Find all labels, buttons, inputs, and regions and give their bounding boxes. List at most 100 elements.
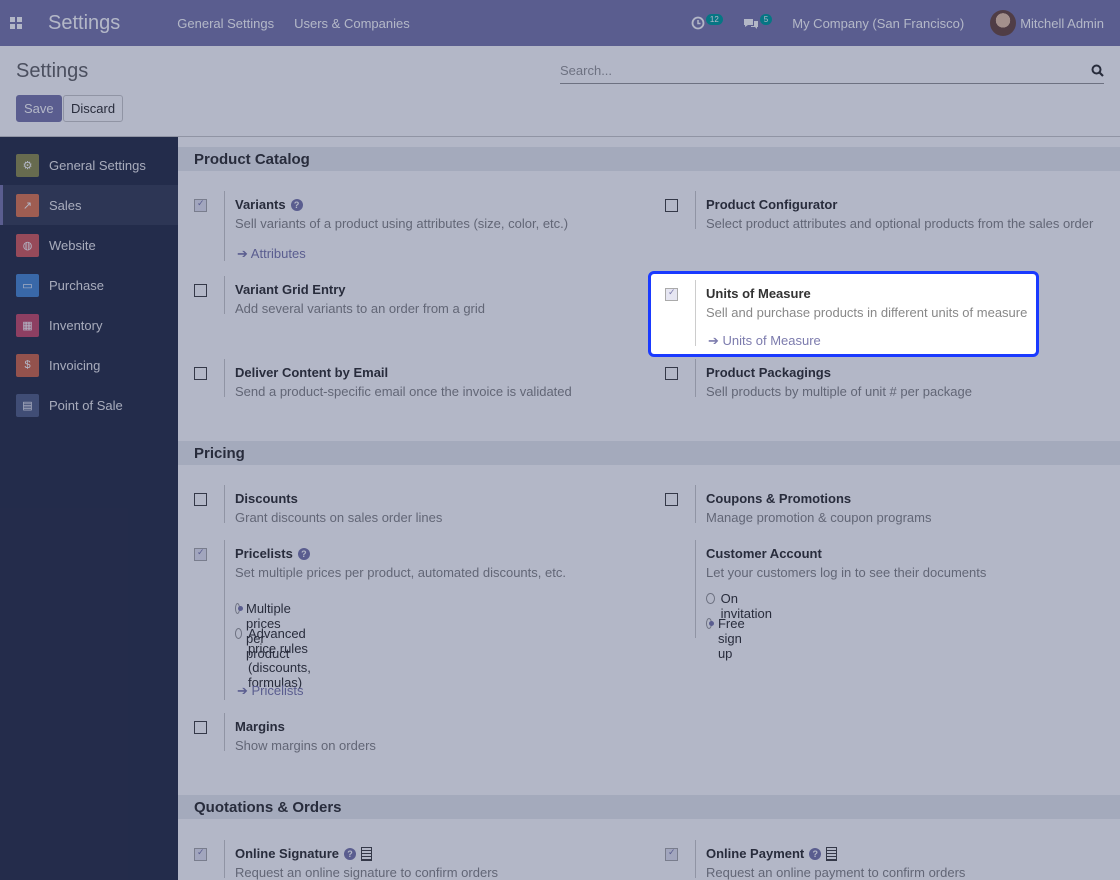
setting-description: Add several variants to an order from a …: [235, 301, 486, 316]
radio-selected-icon: [235, 603, 243, 614]
divider: [224, 540, 225, 700]
margins-checkbox[interactable]: [194, 721, 207, 734]
control-panel: Settings Search... Save Discard: [0, 46, 1120, 137]
message-count-badge: 5: [759, 13, 773, 25]
payment-checkbox[interactable]: [665, 847, 678, 861]
highlighted-units-of-measure[interactable]: Units of Measure Sell and purchase produ…: [648, 271, 1039, 357]
divider: [695, 280, 696, 346]
signature-checkbox[interactable]: [194, 847, 207, 861]
setting-title: Online Payment?: [706, 846, 838, 861]
configurator-checkbox[interactable]: [665, 199, 678, 212]
setting-title: Online Signature?: [235, 846, 373, 861]
packagings-checkbox[interactable]: [665, 367, 678, 380]
setting-title: Product Configurator: [706, 197, 838, 212]
sidebar-item-purchase[interactable]: ▭ Purchase: [0, 265, 178, 305]
user-menu[interactable]: Mitchell Admin: [1020, 16, 1104, 31]
sidebar-item-label: Website: [49, 237, 96, 253]
divider: [695, 840, 696, 878]
setting-description: Request an online payment to confirm ord…: [706, 865, 966, 880]
sidebar-item-label: Point of Sale: [49, 397, 123, 413]
menu-users-companies[interactable]: Users & Companies: [294, 16, 410, 31]
box-icon: ▦: [16, 313, 39, 337]
units-of-measure-link[interactable]: ➔ Units of Measure: [708, 333, 821, 349]
sidebar-item-sales[interactable]: ↗ Sales: [0, 185, 178, 225]
activity-button[interactable]: 12: [691, 13, 723, 30]
setting-description: Send a product-specific email once the i…: [235, 384, 572, 399]
radio-advanced-rules[interactable]: Advanced price rules (discounts, formulas…: [235, 626, 315, 690]
menu-general-settings[interactable]: General Settings: [177, 16, 274, 31]
settings-main: Product Catalog Variants? Sell variants …: [178, 137, 1120, 880]
chat-bubbles-icon: [743, 18, 758, 29]
user-avatar[interactable]: [990, 10, 1017, 36]
divider: [695, 485, 696, 523]
divider: [224, 276, 225, 314]
section-pricing: Pricing: [178, 441, 1120, 465]
setting-description: Manage promotion & coupon programs: [706, 510, 932, 525]
building-icon: [361, 846, 373, 861]
help-icon[interactable]: ?: [344, 847, 357, 860]
setting-title: Variant Grid Entry: [235, 282, 346, 297]
setting-title: Product Packagings: [706, 365, 831, 380]
setting-description: Set multiple prices per product, automat…: [235, 565, 566, 580]
section-product-catalog: Product Catalog: [178, 147, 1120, 171]
sidebar-item-label: Sales: [49, 197, 82, 213]
search-input[interactable]: Search...: [560, 58, 1104, 84]
setting-description: Sell products by multiple of unit # per …: [706, 384, 972, 399]
discard-button[interactable]: Discard: [63, 95, 124, 122]
radio-empty-icon: [706, 593, 715, 604]
clock-icon: [691, 16, 705, 30]
apps-menu-icon[interactable]: [0, 0, 32, 46]
divider: [695, 540, 696, 638]
coupons-checkbox[interactable]: [665, 493, 678, 506]
sales-chart-icon: ↗: [16, 193, 39, 217]
email-checkbox[interactable]: [194, 367, 207, 380]
sidebar-item-general-settings[interactable]: ⚙ General Settings: [0, 145, 178, 185]
card-icon: ▭: [16, 273, 39, 297]
search-placeholder: Search...: [560, 63, 613, 78]
sidebar-item-inventory[interactable]: ▦ Inventory: [0, 305, 178, 345]
sidebar-item-point-of-sale[interactable]: ▤ Point of Sale: [0, 385, 178, 425]
discounts-checkbox[interactable]: [194, 493, 207, 506]
sidebar-item-label: Purchase: [49, 277, 104, 293]
sidebar-item-label: Invoicing: [49, 357, 101, 373]
setting-description: Sell and purchase products in different …: [706, 305, 1028, 320]
attributes-link[interactable]: ➔ Attributes: [237, 246, 306, 262]
setting-title: Customer Account: [706, 546, 822, 561]
settings-sidebar: ⚙ General Settings ↗ Sales ◍ Website ▭ Purch…: [0, 137, 178, 880]
uom-checkbox[interactable]: [665, 287, 678, 301]
grid-checkbox[interactable]: [194, 284, 207, 297]
divider: [695, 359, 696, 397]
divider: [224, 359, 225, 397]
sidebar-item-website[interactable]: ◍ Website: [0, 225, 178, 265]
variants-checkbox[interactable]: [194, 198, 207, 212]
pricelists-link[interactable]: ➔ Pricelists: [237, 683, 304, 699]
globe-icon: ◍: [16, 233, 39, 257]
pricelists-checkbox[interactable]: [194, 547, 207, 561]
setting-description: Request an online signature to confirm o…: [235, 865, 499, 880]
help-icon[interactable]: ?: [290, 198, 303, 211]
radio-selected-icon: [706, 618, 714, 629]
top-navbar: Settings General Settings Users & Compan…: [0, 0, 1120, 46]
divider: [224, 191, 225, 261]
store-icon: ▤: [16, 393, 39, 417]
radio-free-signup[interactable]: Free sign up: [706, 616, 750, 661]
setting-title: Margins: [235, 719, 285, 734]
radio-empty-icon: [235, 628, 242, 639]
app-brand[interactable]: Settings: [48, 12, 120, 35]
save-button[interactable]: Save: [16, 95, 62, 122]
setting-description: Sell variants of a product using attribu…: [235, 216, 569, 231]
messages-button[interactable]: 5: [743, 13, 773, 30]
setting-description: Show margins on orders: [235, 738, 376, 753]
help-icon[interactable]: ?: [809, 847, 822, 860]
divider: [224, 840, 225, 878]
setting-description: Select product attributes and optional p…: [706, 216, 1094, 231]
help-icon[interactable]: ?: [297, 547, 310, 560]
sidebar-item-label: Inventory: [49, 317, 103, 333]
divider: [224, 485, 225, 523]
setting-title: Variants?: [235, 197, 303, 212]
activity-count-badge: 12: [705, 13, 723, 25]
sidebar-item-invoicing[interactable]: $ Invoicing: [0, 345, 178, 385]
search-icon[interactable]: [1091, 64, 1104, 77]
setting-description: Let your customers log in to see their d…: [706, 565, 987, 580]
company-switcher[interactable]: My Company (San Francisco): [792, 16, 964, 31]
